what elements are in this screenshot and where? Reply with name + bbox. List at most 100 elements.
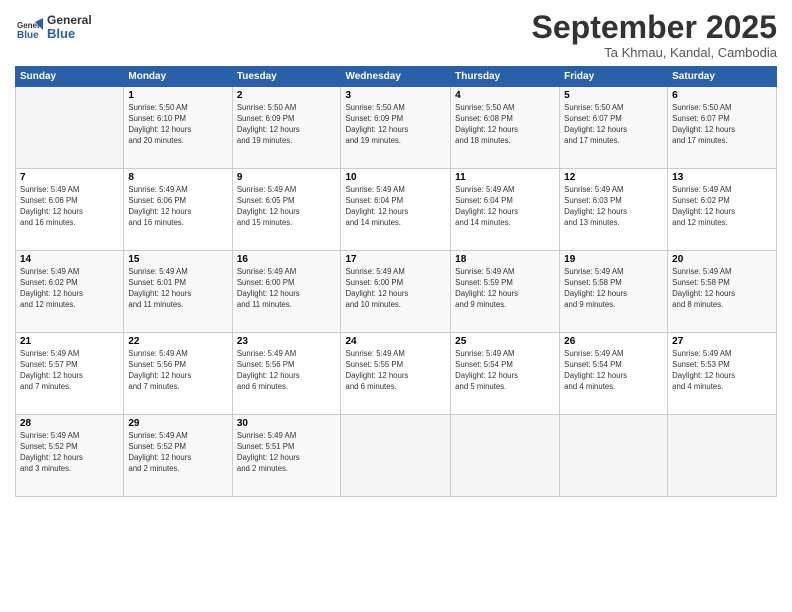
weekday-header-saturday: Saturday [668,67,777,87]
day-number: 11 [455,172,555,183]
svg-text:Blue: Blue [17,30,39,41]
day-number: 17 [345,254,446,265]
day-info: Sunrise: 5:49 AM Sunset: 5:56 PM Dayligh… [128,349,227,393]
calendar-cell: 26 Sunrise: 5:49 AM Sunset: 5:54 PM Dayli… [560,333,668,415]
day-info: Sunrise: 5:49 AM Sunset: 6:00 PM Dayligh… [345,267,446,311]
day-number: 7 [20,172,119,183]
calendar-week-1: 1 Sunrise: 5:50 AM Sunset: 6:10 PM Daylig… [16,87,777,169]
calendar-cell: 5 Sunrise: 5:50 AM Sunset: 6:07 PM Daylig… [560,87,668,169]
day-number: 30 [237,418,337,429]
day-info: Sunrise: 5:49 AM Sunset: 5:52 PM Dayligh… [20,431,119,475]
calendar-cell: 25 Sunrise: 5:49 AM Sunset: 5:54 PM Dayli… [451,333,560,415]
weekday-header-friday: Friday [560,67,668,87]
day-number: 16 [237,254,337,265]
day-number: 20 [672,254,772,265]
calendar-cell: 20Sunrise: 5:49 AM Sunset: 5:58 PM Dayli… [668,251,777,333]
day-info: Sunrise: 5:49 AM Sunset: 5:54 PM Dayligh… [564,349,663,393]
day-info: Sunrise: 5:49 AM Sunset: 6:06 PM Dayligh… [128,185,227,229]
calendar-cell [451,415,560,497]
day-info: Sunrise: 5:49 AM Sunset: 5:52 PM Dayligh… [128,431,227,475]
day-number: 2 [237,90,337,101]
calendar-cell: 4 Sunrise: 5:50 AM Sunset: 6:08 PM Daylig… [451,87,560,169]
calendar-week-2: 7 Sunrise: 5:49 AM Sunset: 6:06 PM Daylig… [16,169,777,251]
day-number: 6 [672,90,772,101]
day-number: 19 [564,254,663,265]
calendar-week-3: 14 Sunrise: 5:49 AM Sunset: 6:02 PM Dayli… [16,251,777,333]
day-number: 18 [455,254,555,265]
day-number: 12 [564,172,663,183]
calendar-cell: 6Sunrise: 5:50 AM Sunset: 6:07 PM Daylig… [668,87,777,169]
calendar-week-4: 21 Sunrise: 5:49 AM Sunset: 5:57 PM Dayli… [16,333,777,415]
calendar-week-5: 28 Sunrise: 5:49 AM Sunset: 5:52 PM Dayli… [16,415,777,497]
calendar-cell: 18 Sunrise: 5:49 AM Sunset: 5:59 PM Dayli… [451,251,560,333]
weekday-header-monday: Monday [124,67,232,87]
logo-text: General Blue [47,14,92,41]
calendar-cell: 11Sunrise: 5:49 AM Sunset: 6:04 PM Dayli… [451,169,560,251]
calendar-cell [341,415,451,497]
calendar-cell: 22Sunrise: 5:49 AM Sunset: 5:56 PM Dayli… [124,333,232,415]
day-info: Sunrise: 5:50 AM Sunset: 6:09 PM Dayligh… [345,103,446,147]
day-number: 9 [237,172,337,183]
logo-icon: General Blue [15,14,43,42]
day-info: Sunrise: 5:49 AM Sunset: 5:51 PM Dayligh… [237,431,337,475]
header: General Blue General Blue September 2025… [15,10,777,60]
day-number: 25 [455,336,555,347]
calendar-cell [16,87,124,169]
calendar-cell: 24 Sunrise: 5:49 AM Sunset: 5:55 PM Dayli… [341,333,451,415]
day-info: Sunrise: 5:49 AM Sunset: 5:54 PM Dayligh… [455,349,555,393]
day-number: 13 [672,172,772,183]
calendar-cell: 3Sunrise: 5:50 AM Sunset: 6:09 PM Daylig… [341,87,451,169]
day-number: 5 [564,90,663,101]
day-info: Sunrise: 5:49 AM Sunset: 6:01 PM Dayligh… [128,267,227,311]
calendar-cell: 8 Sunrise: 5:49 AM Sunset: 6:06 PM Daylig… [124,169,232,251]
day-info: Sunrise: 5:49 AM Sunset: 6:04 PM Dayligh… [345,185,446,229]
day-number: 28 [20,418,119,429]
calendar-cell: 23Sunrise: 5:49 AM Sunset: 5:56 PM Dayli… [232,333,341,415]
weekday-header-tuesday: Tuesday [232,67,341,87]
calendar-cell: 10 Sunrise: 5:49 AM Sunset: 6:04 PM Dayli… [341,169,451,251]
day-info: Sunrise: 5:49 AM Sunset: 5:55 PM Dayligh… [345,349,446,393]
page: General Blue General Blue September 2025… [0,0,792,612]
day-info: Sunrise: 5:50 AM Sunset: 6:08 PM Dayligh… [455,103,555,147]
day-info: Sunrise: 5:49 AM Sunset: 5:57 PM Dayligh… [20,349,119,393]
day-info: Sunrise: 5:50 AM Sunset: 6:10 PM Dayligh… [128,103,227,147]
day-info: Sunrise: 5:49 AM Sunset: 6:05 PM Dayligh… [237,185,337,229]
day-number: 10 [345,172,446,183]
logo-line2: Blue [47,27,92,41]
calendar-cell: 29 Sunrise: 5:49 AM Sunset: 5:52 PM Dayli… [124,415,232,497]
day-number: 21 [20,336,119,347]
calendar-cell: 19Sunrise: 5:49 AM Sunset: 5:58 PM Dayli… [560,251,668,333]
calendar-cell: 21 Sunrise: 5:49 AM Sunset: 5:57 PM Dayli… [16,333,124,415]
logo: General Blue General Blue [15,14,92,42]
day-info: Sunrise: 5:49 AM Sunset: 6:02 PM Dayligh… [20,267,119,311]
weekday-header-wednesday: Wednesday [341,67,451,87]
calendar-cell [668,415,777,497]
day-number: 14 [20,254,119,265]
day-info: Sunrise: 5:49 AM Sunset: 5:59 PM Dayligh… [455,267,555,311]
day-number: 29 [128,418,227,429]
weekday-header-row: SundayMondayTuesdayWednesdayThursdayFrid… [16,67,777,87]
day-info: Sunrise: 5:49 AM Sunset: 6:02 PM Dayligh… [672,185,772,229]
day-info: Sunrise: 5:50 AM Sunset: 6:07 PM Dayligh… [564,103,663,147]
calendar-cell [560,415,668,497]
day-number: 24 [345,336,446,347]
calendar-cell: 16Sunrise: 5:49 AM Sunset: 6:00 PM Dayli… [232,251,341,333]
day-number: 4 [455,90,555,101]
day-number: 23 [237,336,337,347]
day-number: 27 [672,336,772,347]
day-info: Sunrise: 5:49 AM Sunset: 6:06 PM Dayligh… [20,185,119,229]
month-title: September 2025 [532,10,777,45]
day-info: Sunrise: 5:49 AM Sunset: 6:03 PM Dayligh… [564,185,663,229]
calendar-cell: 1 Sunrise: 5:50 AM Sunset: 6:10 PM Daylig… [124,87,232,169]
day-number: 1 [128,90,227,101]
day-number: 15 [128,254,227,265]
day-number: 8 [128,172,227,183]
day-number: 26 [564,336,663,347]
calendar-cell: 9 Sunrise: 5:49 AM Sunset: 6:05 PM Daylig… [232,169,341,251]
calendar-cell: 28 Sunrise: 5:49 AM Sunset: 5:52 PM Dayli… [16,415,124,497]
calendar-cell: 14 Sunrise: 5:49 AM Sunset: 6:02 PM Dayli… [16,251,124,333]
calendar-cell: 15 Sunrise: 5:49 AM Sunset: 6:01 PM Dayli… [124,251,232,333]
day-info: Sunrise: 5:50 AM Sunset: 6:09 PM Dayligh… [237,103,337,147]
calendar-cell: 13 Sunrise: 5:49 AM Sunset: 6:02 PM Dayli… [668,169,777,251]
calendar-header: SundayMondayTuesdayWednesdayThursdayFrid… [16,67,777,87]
